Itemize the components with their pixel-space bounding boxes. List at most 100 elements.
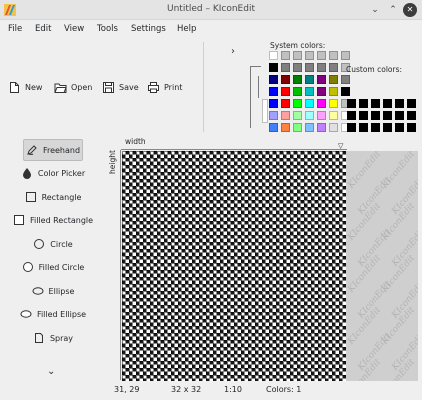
system-color-swatch[interactable] bbox=[341, 51, 350, 60]
menu-tools[interactable]: Tools bbox=[97, 24, 118, 34]
system-color-swatch[interactable] bbox=[305, 87, 314, 96]
system-color-swatch[interactable] bbox=[317, 99, 326, 108]
menu-help[interactable]: Help bbox=[177, 24, 196, 34]
custom-color-swatch[interactable] bbox=[383, 123, 392, 132]
system-color-swatch[interactable] bbox=[329, 63, 338, 72]
filled-circle-icon bbox=[22, 262, 33, 272]
tool-filled-circle[interactable]: Filled Circle bbox=[12, 256, 94, 278]
tool-label: Color Picker bbox=[37, 168, 86, 178]
system-color-swatch[interactable] bbox=[269, 111, 278, 120]
title-bar: Untitled – KIconEdit ⌄ ⌃ ✕ bbox=[0, 0, 422, 20]
system-color-swatch[interactable] bbox=[269, 123, 278, 132]
custom-color-swatch[interactable] bbox=[347, 99, 356, 108]
menu-settings[interactable]: Settings bbox=[131, 24, 166, 34]
system-color-swatch[interactable] bbox=[329, 123, 338, 132]
system-color-swatch[interactable] bbox=[281, 75, 290, 84]
custom-color-swatch[interactable] bbox=[383, 99, 392, 108]
custom-color-swatch[interactable] bbox=[395, 123, 404, 132]
tool-filled-ellipse[interactable]: Filled Ellipse bbox=[12, 303, 94, 325]
open-button[interactable]: Open bbox=[54, 78, 92, 96]
system-colors-grid bbox=[269, 51, 350, 132]
tool-circle[interactable]: Circle bbox=[12, 233, 94, 255]
system-color-swatch[interactable] bbox=[281, 51, 290, 60]
system-color-swatch[interactable] bbox=[269, 63, 278, 72]
tool-color-picker[interactable]: Color Picker bbox=[12, 162, 94, 184]
system-color-swatch[interactable] bbox=[269, 75, 278, 84]
expand-palette-icon[interactable]: › bbox=[231, 46, 235, 57]
tool-label: Freehand bbox=[42, 145, 81, 155]
system-color-swatch[interactable] bbox=[305, 51, 314, 60]
system-color-swatch[interactable] bbox=[281, 87, 290, 96]
system-color-swatch[interactable] bbox=[329, 99, 338, 108]
custom-color-swatch[interactable] bbox=[407, 99, 416, 108]
system-color-swatch[interactable] bbox=[305, 111, 314, 120]
system-color-swatch[interactable] bbox=[281, 123, 290, 132]
maximize-button[interactable]: ⌃ bbox=[386, 3, 400, 17]
system-color-swatch[interactable] bbox=[305, 123, 314, 132]
system-color-swatch[interactable] bbox=[317, 51, 326, 60]
system-color-swatch[interactable] bbox=[317, 111, 326, 120]
system-color-swatch[interactable] bbox=[317, 75, 326, 84]
system-color-swatch[interactable] bbox=[293, 87, 302, 96]
system-colors-label: System colors: bbox=[270, 41, 326, 50]
system-color-swatch[interactable] bbox=[293, 63, 302, 72]
system-color-swatch[interactable] bbox=[293, 75, 302, 84]
tool-filled-rectangle[interactable]: Filled Rectangle bbox=[12, 209, 94, 231]
system-color-swatch[interactable] bbox=[293, 99, 302, 108]
custom-color-swatch[interactable] bbox=[359, 111, 368, 120]
custom-color-swatch[interactable] bbox=[407, 111, 416, 120]
custom-color-swatch[interactable] bbox=[347, 123, 356, 132]
tool-spray[interactable]: Spray bbox=[12, 327, 94, 349]
system-color-swatch[interactable] bbox=[281, 111, 290, 120]
menu-view[interactable]: View bbox=[64, 24, 84, 34]
system-color-swatch[interactable] bbox=[329, 75, 338, 84]
custom-color-swatch[interactable] bbox=[383, 111, 392, 120]
tool-freehand[interactable]: Freehand bbox=[23, 139, 83, 161]
folder-open-icon bbox=[54, 83, 67, 93]
system-color-swatch[interactable] bbox=[293, 51, 302, 60]
custom-color-swatch[interactable] bbox=[371, 99, 380, 108]
system-color-swatch[interactable] bbox=[293, 111, 302, 120]
new-button[interactable]: New bbox=[8, 78, 42, 96]
color-preview-bar bbox=[262, 99, 268, 123]
tool-label: Rectangle bbox=[41, 192, 82, 202]
system-color-swatch[interactable] bbox=[329, 111, 338, 120]
system-color-swatch[interactable] bbox=[269, 87, 278, 96]
menu-file[interactable]: File bbox=[8, 24, 22, 34]
custom-color-swatch[interactable] bbox=[347, 111, 356, 120]
system-color-swatch[interactable] bbox=[317, 123, 326, 132]
ruler-marker-icon: ▽ bbox=[338, 142, 344, 150]
tool-label: Circle bbox=[50, 239, 73, 249]
system-color-swatch[interactable] bbox=[269, 51, 278, 60]
system-color-swatch[interactable] bbox=[269, 99, 278, 108]
system-color-swatch[interactable] bbox=[305, 63, 314, 72]
custom-color-swatch[interactable] bbox=[395, 99, 404, 108]
system-color-swatch[interactable] bbox=[329, 87, 338, 96]
custom-color-swatch[interactable] bbox=[371, 111, 380, 120]
system-color-swatch[interactable] bbox=[341, 87, 350, 96]
width-ruler-label: width bbox=[125, 137, 146, 146]
system-color-swatch[interactable] bbox=[281, 63, 290, 72]
custom-color-swatch[interactable] bbox=[359, 123, 368, 132]
print-button[interactable]: Print bbox=[147, 78, 182, 96]
system-color-swatch[interactable] bbox=[317, 63, 326, 72]
custom-color-swatch[interactable] bbox=[407, 123, 416, 132]
minimize-button[interactable]: ⌄ bbox=[368, 3, 382, 17]
system-color-swatch[interactable] bbox=[341, 75, 350, 84]
custom-color-swatch[interactable] bbox=[359, 99, 368, 108]
custom-color-swatch[interactable] bbox=[395, 111, 404, 120]
tool-ellipse[interactable]: Ellipse bbox=[12, 280, 94, 302]
menu-edit[interactable]: Edit bbox=[35, 24, 51, 34]
system-color-swatch[interactable] bbox=[281, 99, 290, 108]
save-button[interactable]: Save bbox=[102, 78, 139, 96]
custom-color-swatch[interactable] bbox=[371, 123, 380, 132]
dropper-icon bbox=[22, 168, 31, 179]
close-button[interactable]: ✕ bbox=[403, 3, 417, 17]
system-color-swatch[interactable] bbox=[293, 123, 302, 132]
system-color-swatch[interactable] bbox=[305, 99, 314, 108]
more-tools-icon[interactable]: ⌄ bbox=[47, 366, 55, 377]
system-color-swatch[interactable] bbox=[305, 75, 314, 84]
tool-rectangle[interactable]: Rectangle bbox=[12, 186, 94, 208]
system-color-swatch[interactable] bbox=[329, 51, 338, 60]
system-color-swatch[interactable] bbox=[317, 87, 326, 96]
